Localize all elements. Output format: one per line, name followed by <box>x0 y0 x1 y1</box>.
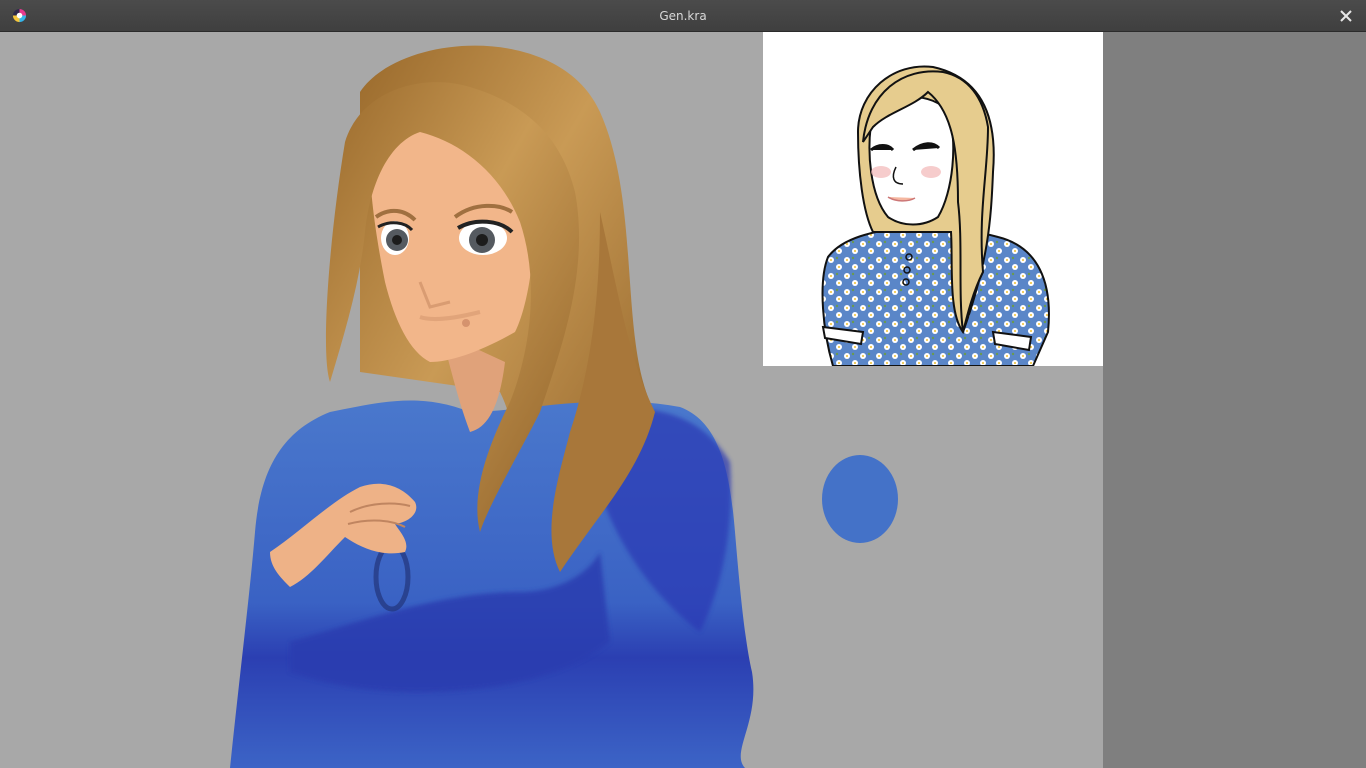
window-title: Gen.kra <box>659 9 707 23</box>
paint-dab <box>822 455 898 543</box>
close-icon[interactable] <box>1336 6 1356 26</box>
title-bar: Gen.kra <box>0 0 1366 32</box>
canvas[interactable] <box>0 32 1103 768</box>
reference-drawing <box>821 65 1050 366</box>
reference-image <box>763 32 1103 366</box>
canvas-outer-margin <box>1103 32 1366 768</box>
